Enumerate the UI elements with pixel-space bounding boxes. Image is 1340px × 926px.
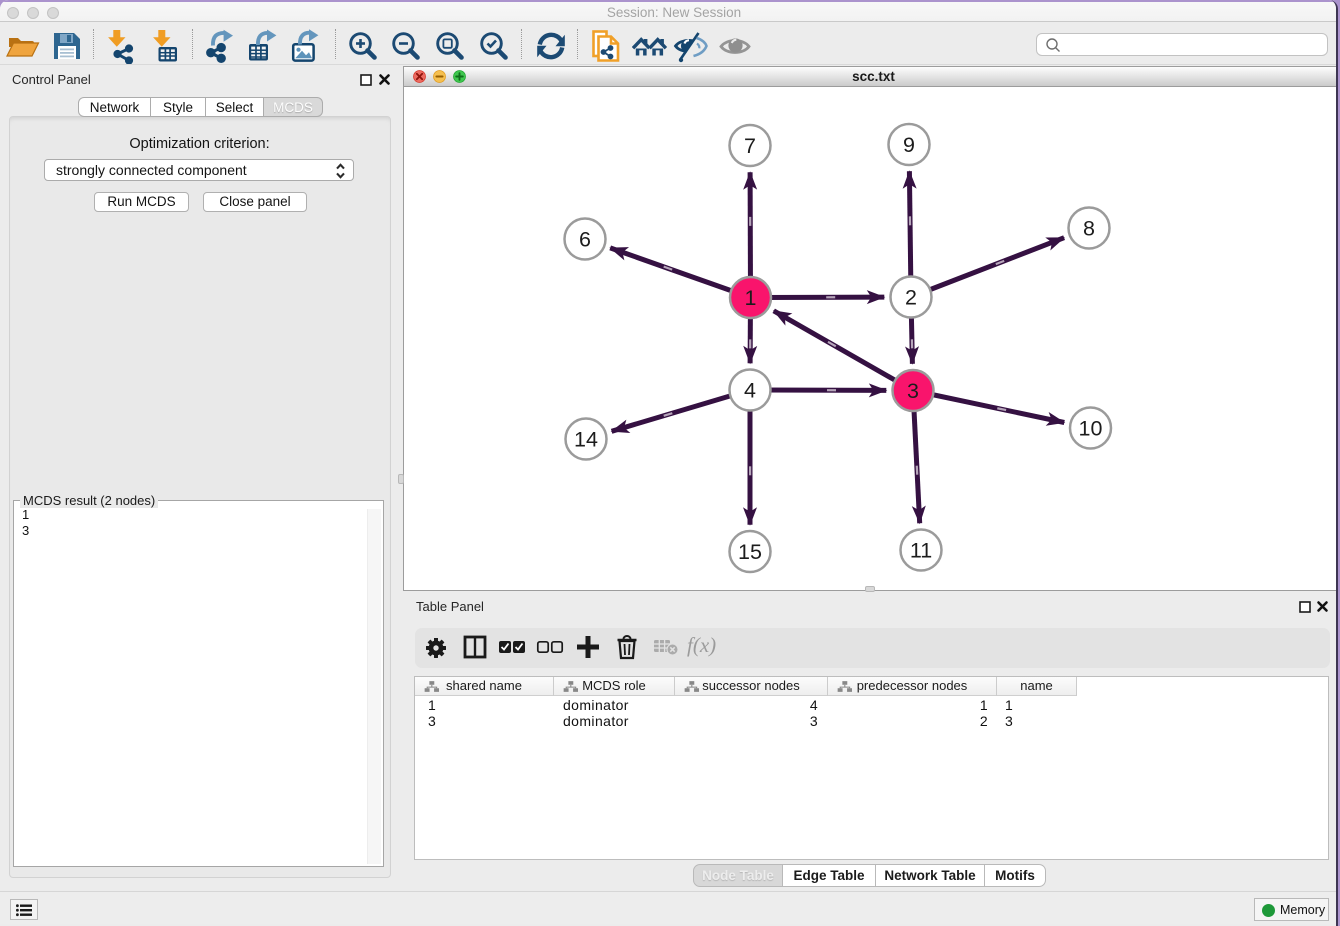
svg-text:15: 15 xyxy=(738,540,762,564)
svg-text:8: 8 xyxy=(1083,217,1095,241)
svg-text:2: 2 xyxy=(905,286,917,310)
svg-text:7: 7 xyxy=(744,134,756,158)
svg-text:10: 10 xyxy=(1079,417,1103,441)
svg-text:3: 3 xyxy=(907,379,919,403)
svg-text:14: 14 xyxy=(574,428,598,452)
svg-text:1: 1 xyxy=(745,286,757,310)
svg-text:4: 4 xyxy=(744,379,756,403)
svg-text:9: 9 xyxy=(903,133,915,157)
svg-text:6: 6 xyxy=(579,228,591,252)
svg-text:11: 11 xyxy=(910,539,932,563)
